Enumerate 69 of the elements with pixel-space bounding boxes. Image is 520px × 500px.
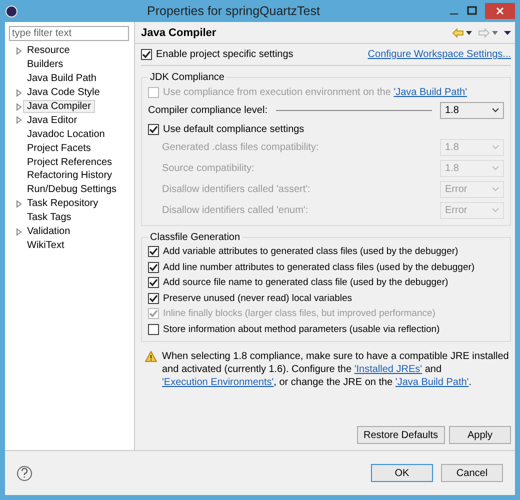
checkbox-label: Use compliance from execution environment on the 'Java Build Path' — [163, 86, 467, 98]
tree-item[interactable]: Project References — [23, 156, 116, 169]
expand-icon[interactable] — [15, 88, 23, 97]
caret-icon — [492, 108, 499, 113]
tree-item[interactable]: Java Code Style — [23, 86, 104, 100]
link[interactable]: 'Installed JREs' — [354, 364, 422, 375]
tree-item[interactable]: Task Tags — [23, 211, 76, 224]
caret-icon — [492, 166, 499, 171]
tree-item[interactable]: Validation — [23, 225, 74, 238]
checkbox-label: Preserve unused (never read) local variables — [163, 292, 352, 304]
warning-icon — [145, 351, 157, 362]
checkbox-label: Add line number attributes to generated class files (used by the debugger) — [163, 262, 475, 273]
page-title: Java Compiler — [141, 26, 216, 38]
menu-icon[interactable] — [504, 30, 511, 34]
tree-item[interactable]: Javadoc Location — [23, 128, 109, 141]
checkbox[interactable] — [148, 292, 159, 304]
page-button[interactable]: Restore Defaults — [356, 426, 445, 444]
tree-item[interactable]: Project Facets — [23, 142, 95, 155]
checkbox[interactable] — [148, 277, 159, 288]
expand-icon[interactable] — [15, 116, 23, 124]
checkbox[interactable] — [148, 124, 159, 134]
checkbox-label: Inline finally blocks (larger class files, but improved performance) — [163, 308, 436, 320]
checkbox-label: Enable project specific settings — [156, 49, 294, 60]
tree-item[interactable]: Run/Debug Settings — [23, 183, 121, 196]
checkbox-label: Add variable attributes to generated class files (used by the debugger) — [163, 246, 458, 258]
tree-item[interactable]: Resource — [23, 44, 74, 58]
tree-item[interactable]: WikiText — [23, 238, 68, 252]
dialog-button[interactable]: Cancel — [441, 464, 503, 482]
link[interactable]: 'Java Build Path' — [395, 377, 469, 388]
warning-message: When selecting 1.8 compliance, make sure to have a compatible JRE installed and activated (currently 1.6). Configure the 'Installed JREs' and 'Execution Environments', or change the JRE on the 'Java Build Path'. — [162, 350, 510, 389]
field-label: Source compatibility: — [162, 163, 254, 174]
tree-item[interactable]: Java Editor — [23, 114, 82, 127]
configure-link[interactable]: Configure Workspace Settings... — [368, 49, 511, 60]
checkbox[interactable] — [148, 246, 159, 258]
checkbox-label: Add source file name to generated class file (used by the debugger) — [163, 277, 448, 288]
checkbox-label: Store information about method parameters (usable via reflection) — [163, 324, 440, 335]
window-title: Properties for springQuartzTest — [146, 4, 321, 18]
expand-icon[interactable] — [15, 200, 23, 208]
expand-icon[interactable] — [15, 228, 23, 236]
app-icon — [5, 4, 18, 18]
tree-item[interactable]: Task Repository — [23, 197, 102, 210]
checkbox[interactable] — [141, 49, 152, 60]
dropdown-icon[interactable] — [466, 30, 472, 34]
help-icon[interactable] — [17, 466, 32, 480]
expand-icon[interactable] — [15, 102, 23, 110]
group-title: Classfile Generation — [149, 232, 242, 243]
field-label: Disallow identifiers called 'enum': — [162, 205, 308, 216]
field-label: Disallow identifiers called 'assert': — [162, 184, 310, 195]
field-label: Generated .class files compatibility: — [162, 142, 319, 153]
group-title: JDK Compliance — [149, 72, 226, 83]
checkbox[interactable] — [148, 262, 159, 273]
filter-field[interactable]: type filter text — [9, 26, 129, 41]
tree-item[interactable]: Builders — [23, 58, 68, 72]
expand-icon[interactable] — [15, 46, 23, 55]
compliance-dropdown[interactable]: 1.8 — [440, 102, 504, 119]
page-button[interactable]: Apply — [449, 426, 511, 444]
dialog-button[interactable]: OK — [371, 464, 433, 482]
tree-item[interactable]: Java Compiler — [23, 100, 95, 113]
caret-icon — [492, 187, 499, 192]
caret-icon — [492, 145, 499, 150]
link[interactable]: 'Execution Environments' — [162, 377, 274, 388]
checkbox[interactable] — [148, 324, 159, 335]
maximize-icon[interactable] — [467, 6, 477, 16]
tree-item[interactable]: Java Build Path — [23, 72, 100, 86]
field-label: Compiler compliance level: — [148, 105, 268, 116]
checkbox-label: Use default compliance settings — [163, 124, 304, 134]
close-icon[interactable] — [485, 3, 515, 19]
caret-icon — [492, 208, 499, 213]
tree-item[interactable]: Refactoring History — [23, 169, 116, 182]
